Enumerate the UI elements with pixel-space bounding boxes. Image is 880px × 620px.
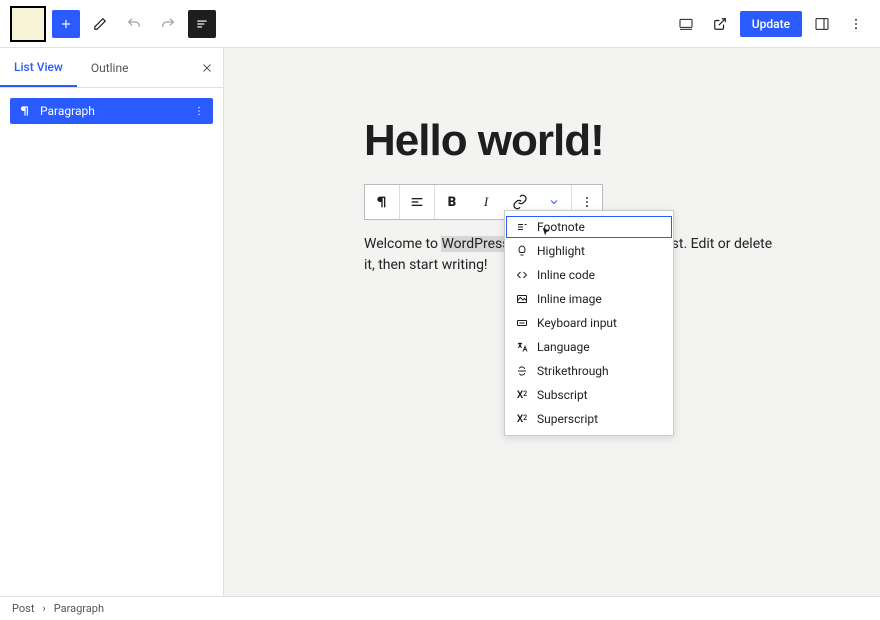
settings-toggle-button[interactable] bbox=[808, 10, 836, 38]
chevron-down-icon bbox=[548, 196, 560, 208]
update-button[interactable]: Update bbox=[740, 11, 802, 37]
breadcrumb-separator: › bbox=[42, 602, 45, 615]
align-button[interactable] bbox=[400, 185, 434, 219]
kebab-icon bbox=[193, 105, 205, 117]
paragraph-icon bbox=[18, 104, 32, 118]
dropdown-item-language[interactable]: Language bbox=[505, 335, 673, 359]
pencil-icon bbox=[93, 17, 107, 31]
external-link-icon bbox=[713, 17, 727, 31]
site-logo[interactable] bbox=[10, 6, 46, 42]
preview-button[interactable] bbox=[706, 10, 734, 38]
italic-button[interactable]: I bbox=[469, 185, 503, 219]
selected-text: WordPress bbox=[441, 236, 509, 252]
dropdown-item-inline-code[interactable]: Inline code bbox=[505, 263, 673, 287]
dropdown-item-keyboard-input[interactable]: Keyboard input bbox=[505, 311, 673, 335]
link-icon bbox=[512, 194, 528, 210]
document-overview-sidebar: List View Outline Paragraph bbox=[0, 48, 224, 596]
tab-list-view[interactable]: List View bbox=[0, 48, 77, 87]
image-icon bbox=[515, 293, 529, 305]
dropdown-item-highlight[interactable]: Highlight bbox=[505, 239, 673, 263]
kebab-icon bbox=[580, 195, 594, 209]
add-block-button[interactable] bbox=[52, 10, 80, 38]
options-button[interactable] bbox=[842, 10, 870, 38]
strikethrough-icon bbox=[515, 365, 529, 377]
desktop-icon bbox=[678, 16, 694, 32]
footnote-icon bbox=[515, 221, 529, 233]
close-sidebar-button[interactable] bbox=[201, 62, 213, 74]
dropdown-item-footnote[interactable]: Footnote bbox=[505, 215, 673, 239]
dropdown-item-subscript[interactable]: X2 Subscript bbox=[505, 383, 673, 407]
post-title[interactable]: Hello world! bbox=[364, 116, 880, 166]
tab-outline[interactable]: Outline bbox=[77, 48, 143, 87]
block-breadcrumb: Post › Paragraph bbox=[0, 596, 880, 620]
redo-button[interactable] bbox=[154, 10, 182, 38]
breadcrumb-paragraph[interactable]: Paragraph bbox=[54, 602, 104, 615]
close-icon bbox=[201, 62, 213, 74]
plus-icon bbox=[59, 17, 73, 31]
language-icon bbox=[515, 341, 529, 353]
dropdown-item-strikethrough[interactable]: Strikethrough bbox=[505, 359, 673, 383]
code-icon bbox=[515, 269, 529, 281]
undo-icon bbox=[126, 16, 142, 32]
kebab-icon bbox=[849, 17, 863, 31]
cursor-icon bbox=[541, 227, 551, 237]
block-list-item-label: Paragraph bbox=[40, 104, 95, 118]
sidebar-icon bbox=[814, 16, 830, 32]
subscript-icon: X2 bbox=[515, 390, 529, 401]
align-left-icon bbox=[409, 194, 425, 210]
highlight-icon bbox=[515, 245, 529, 257]
bold-button[interactable]: B bbox=[435, 185, 469, 219]
document-overview-button[interactable] bbox=[188, 10, 216, 38]
topbar: Update bbox=[0, 0, 880, 48]
more-formatting-dropdown: Footnote Highlight Inline code Inline im… bbox=[504, 210, 674, 436]
block-type-button[interactable] bbox=[365, 185, 399, 219]
undo-button[interactable] bbox=[120, 10, 148, 38]
redo-icon bbox=[160, 16, 176, 32]
editor-canvas[interactable]: Hello world! B I bbox=[224, 48, 880, 596]
breadcrumb-post[interactable]: Post bbox=[12, 602, 34, 615]
view-button[interactable] bbox=[672, 10, 700, 38]
pilcrow-icon bbox=[374, 194, 390, 210]
list-icon bbox=[195, 17, 209, 31]
edit-mode-button[interactable] bbox=[86, 10, 114, 38]
dropdown-item-superscript[interactable]: X2 Superscript bbox=[505, 407, 673, 431]
block-list-item-options[interactable] bbox=[193, 105, 205, 117]
keyboard-icon bbox=[515, 317, 529, 329]
superscript-icon: X2 bbox=[515, 414, 529, 425]
block-list-item-paragraph[interactable]: Paragraph bbox=[10, 98, 213, 124]
dropdown-item-inline-image[interactable]: Inline image bbox=[505, 287, 673, 311]
sidebar-tabs: List View Outline bbox=[0, 48, 223, 88]
